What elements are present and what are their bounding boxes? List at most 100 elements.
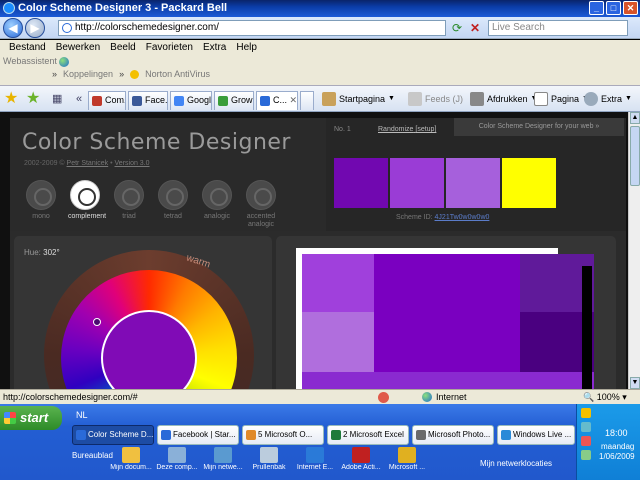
mode-accented-analogic[interactable]: accented analogic	[244, 180, 278, 229]
feeds-button[interactable]: Feeds (J)	[408, 92, 463, 106]
favorites-star-icon[interactable]: ★	[4, 90, 18, 108]
hue-readout: Hue: 302°	[24, 248, 60, 257]
task-button[interactable]: 5 Microsoft O...	[242, 425, 324, 445]
print-button[interactable]: Afdrukken▼	[470, 92, 537, 106]
minimize-button[interactable]: _	[589, 1, 604, 15]
desktop-shortcut[interactable]: Adobe Acti...	[338, 447, 384, 471]
mode-analogic[interactable]: analogic	[200, 180, 234, 229]
new-tab-button[interactable]	[300, 91, 314, 110]
tab-4[interactable]: Grow ...	[214, 91, 254, 110]
preview-block	[302, 312, 374, 372]
mode-label: tetrad	[164, 213, 182, 220]
desktop-shortcut[interactable]: Mijn netwe...	[200, 447, 246, 471]
task-button[interactable]: Facebook | Star...	[157, 425, 239, 445]
swatch-primary[interactable]	[334, 158, 388, 208]
mode-tetrad[interactable]: tetrad	[156, 180, 190, 229]
menu-favorieten[interactable]: Favorieten	[141, 40, 198, 55]
tab-close-icon[interactable]: ✕	[290, 95, 297, 105]
tab-active[interactable]: C... ✕	[256, 91, 298, 110]
scheme-id-link[interactable]: 4J21Tw0w0w0w0	[435, 214, 490, 221]
randomize-link[interactable]: Randomize [setup]	[378, 126, 436, 133]
task-button[interactable]: Color Scheme D...	[72, 425, 154, 445]
mode-triad[interactable]: triad	[112, 180, 146, 229]
menu-bestand[interactable]: Bestand	[4, 40, 51, 55]
menu-bewerken[interactable]: Bewerken	[51, 40, 105, 55]
swatch-secondary-b[interactable]	[446, 158, 500, 208]
tools-label: Extra	[601, 94, 623, 104]
tray-icon[interactable]	[581, 436, 591, 446]
chevron-icon[interactable]: »	[52, 69, 57, 79]
globe-icon	[422, 392, 432, 402]
search-input[interactable]: Live Search	[488, 20, 628, 36]
desktop-shortcut[interactable]: Prullenbak	[246, 447, 292, 471]
add-favorite-icon[interactable]: ★	[26, 90, 40, 108]
task-buttons: Color Scheme D... Facebook | Star... 5 M…	[72, 425, 575, 445]
clock-time[interactable]: 18:00	[605, 428, 628, 438]
version-link[interactable]: Version 3.0	[115, 160, 150, 167]
shortcut-label: Microsoft ...	[388, 464, 426, 471]
swatch-secondary-a[interactable]	[390, 158, 444, 208]
setup-label[interactable]: [setup]	[415, 126, 436, 133]
tray-icon[interactable]	[581, 422, 591, 432]
mode-complement[interactable]: complement	[68, 180, 106, 229]
desktop-shortcut[interactable]: Internet E...	[292, 447, 338, 471]
scroll-down-button[interactable]: ▼	[630, 377, 640, 389]
tab-1[interactable]: Com...	[88, 91, 126, 110]
address-input[interactable]: http://colorschemedesigner.com/	[58, 20, 446, 36]
tray-icon[interactable]	[581, 450, 591, 460]
scheme-tab: No. 1 Randomize [setup]	[326, 124, 456, 138]
page-button[interactable]: Pagina▼	[534, 92, 589, 106]
forward-button[interactable]: ▶	[25, 18, 45, 38]
security-icon[interactable]	[378, 392, 389, 403]
menu-extra[interactable]: Extra	[198, 40, 231, 55]
desktop-shortcut[interactable]: Deze comp...	[154, 447, 200, 471]
swatch-complement[interactable]	[502, 158, 556, 208]
ie-icon	[3, 2, 15, 14]
close-button[interactable]: ✕	[623, 1, 638, 15]
task-button[interactable]: Windows Live ...	[497, 425, 575, 445]
mode-mono[interactable]: mono	[24, 180, 58, 229]
koppelingen-link[interactable]: Koppelingen	[63, 69, 113, 79]
tab-label: Googl...	[187, 95, 212, 105]
tab-favicon	[218, 96, 228, 106]
zone-indicator: Internet	[422, 390, 467, 404]
maximize-button[interactable]: □	[606, 1, 621, 15]
scroll-thumb[interactable]	[630, 126, 640, 186]
tab-favicon	[260, 96, 270, 106]
scroll-up-button[interactable]: ▲	[630, 112, 640, 124]
stop-icon[interactable]: ✕	[468, 21, 482, 35]
refresh-icon[interactable]: ⟳	[450, 21, 464, 35]
tab-favicon	[92, 96, 102, 106]
task-button[interactable]: 2 Microsoft Excel	[327, 425, 409, 445]
desktop-shortcut[interactable]: Microsoft ...	[384, 447, 430, 471]
menu-help[interactable]: Help	[231, 40, 262, 55]
color-wheel-panel: Hue: 302° warm	[14, 236, 272, 389]
task-label: 5 Microsoft O...	[258, 430, 313, 439]
preview-block	[302, 372, 594, 389]
webassistent-item[interactable]: Webassistent	[3, 56, 70, 67]
language-indicator[interactable]: NL	[76, 410, 88, 420]
links-bar: Webassistent » Koppelingen » Norton Anti…	[0, 55, 640, 85]
tools-button[interactable]: Extra ▼	[584, 92, 632, 106]
tab-scroll-left-icon[interactable]: «	[76, 90, 82, 108]
network-locations[interactable]: Mijn netwerklocaties	[480, 459, 552, 468]
author-link[interactable]: Petr Stanicek	[67, 160, 109, 167]
shortcut-label: Mijn netwe...	[203, 464, 243, 471]
back-button[interactable]: ◀	[3, 18, 23, 38]
browser-window: Color Scheme Designer 3 - Packard Bell _…	[0, 0, 640, 480]
menu-beeld[interactable]: Beeld	[105, 40, 141, 55]
zoom-control[interactable]: 🔍 100% ▾	[583, 390, 627, 404]
tray-icon[interactable]	[581, 408, 591, 418]
home-button[interactable]: Startpagina ▼	[322, 92, 395, 106]
task-button[interactable]: Microsoft Photo...	[412, 425, 494, 445]
for-web-tab[interactable]: Color Scheme Designer for your web »	[454, 118, 624, 136]
quick-tabs-icon[interactable]: ▦	[52, 90, 62, 108]
norton-link[interactable]: Norton AntiVirus	[145, 69, 210, 79]
page-scrollbar[interactable]: ▲ ▼	[628, 112, 640, 389]
tab-3[interactable]: Googl...	[170, 91, 212, 110]
desktop-shortcut[interactable]: Mijn docum...	[108, 447, 154, 471]
start-button[interactable]: start	[0, 406, 62, 430]
hue-handle[interactable]	[93, 318, 101, 326]
norton-icon	[130, 69, 140, 79]
tab-2[interactable]: Face...	[128, 91, 168, 110]
